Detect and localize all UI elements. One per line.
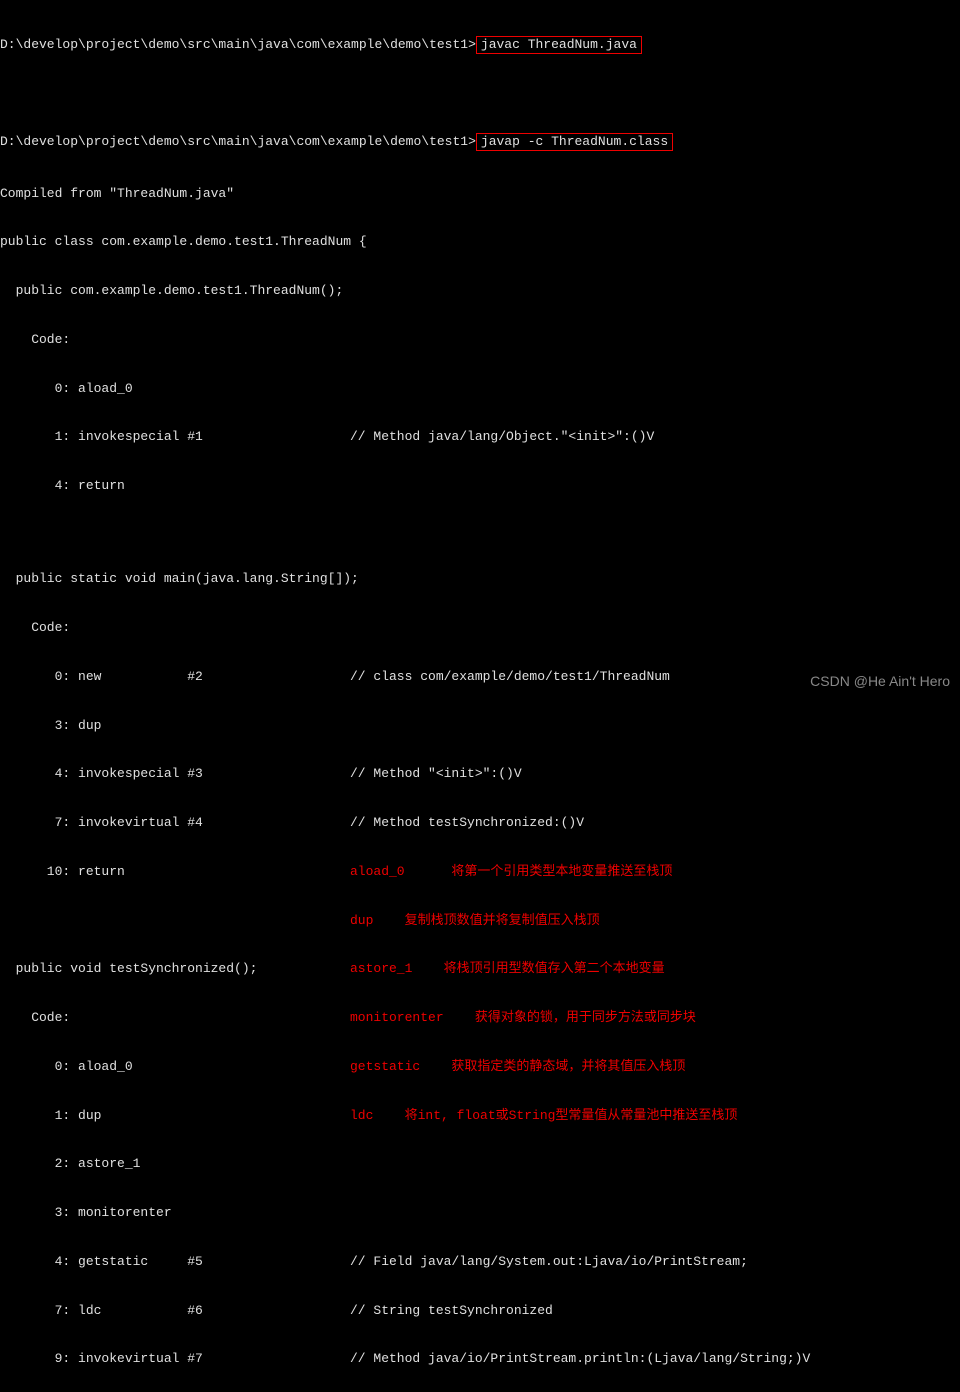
- prompt-path-2: D:\develop\project\demo\src\main\java\co…: [0, 134, 476, 150]
- main-7-right: // Method testSynchronized:()V: [350, 815, 584, 831]
- main-4-left: 4: invokespecial #3: [0, 766, 350, 782]
- ctor-decl: public com.example.demo.test1.ThreadNum(…: [0, 283, 960, 299]
- code-label-2: Code:: [0, 620, 960, 636]
- main-decl: public static void main(java.lang.String…: [0, 571, 960, 587]
- class-decl: public class com.example.demo.test1.Thre…: [0, 234, 960, 250]
- code-label-3: Code:: [0, 1010, 350, 1026]
- ann-dup: dup 复制栈顶数值并将复制值压入栈顶: [350, 913, 600, 929]
- compiled-from: Compiled from "ThreadNum.java": [0, 186, 960, 202]
- main-3: 3: dup: [0, 718, 960, 734]
- sync-4-right: // Field java/lang/System.out:Ljava/io/P…: [350, 1254, 748, 1270]
- main-10: 10: return: [0, 864, 350, 880]
- sync-4-left: 4: getstatic #5: [0, 1254, 350, 1270]
- ctor-0: 0: aload_0: [0, 381, 960, 397]
- ann-monitorenter: monitorenter 获得对象的锁，用于同步方法或同步块: [350, 1010, 696, 1026]
- ann-aload0: aload_0 将第一个引用类型本地变量推送至栈顶: [350, 864, 672, 880]
- main-0-right: // class com/example/demo/test1/ThreadNu…: [350, 669, 670, 685]
- sync-2: 2: astore_1: [0, 1156, 350, 1172]
- main-0-left: 0: new #2: [0, 669, 350, 685]
- ctor-1-right: // Method java/lang/Object."<init>":()V: [350, 429, 654, 445]
- prompt-path-1: D:\develop\project\demo\src\main\java\co…: [0, 37, 476, 53]
- sync-decl: public void testSynchronized();: [0, 961, 350, 977]
- main-7-left: 7: invokevirtual #4: [0, 815, 350, 831]
- sync-0: 0: aload_0: [0, 1059, 350, 1075]
- sync-1: 1: dup: [0, 1108, 350, 1124]
- sync-3: 3: monitorenter: [0, 1205, 350, 1221]
- blank-1: [0, 913, 350, 929]
- command-line-2: D:\develop\project\demo\src\main\java\co…: [0, 133, 960, 151]
- watermark: CSDN @He Ain't Hero: [810, 673, 950, 691]
- ann-ldc: ldc 将int, float或String型常量值从常量池中推送至栈顶: [350, 1108, 737, 1124]
- sync-9-right: // Method java/io/PrintStream.println:(L…: [350, 1351, 810, 1367]
- terminal-output: D:\develop\project\demo\src\main\java\co…: [0, 3, 960, 1392]
- sync-9-left: 9: invokevirtual #7: [0, 1351, 350, 1367]
- main-4-right: // Method "<init>":()V: [350, 766, 522, 782]
- sync-7-right: // String testSynchronized: [350, 1303, 553, 1319]
- command-1-box: javac ThreadNum.java: [476, 36, 642, 54]
- ann-astore1: astore_1 将栈顶引用型数值存入第二个本地变量: [350, 961, 665, 977]
- command-line-1: D:\develop\project\demo\src\main\java\co…: [0, 36, 960, 54]
- ctor-1-left: 1: invokespecial #1: [0, 429, 350, 445]
- sync-7-left: 7: ldc #6: [0, 1303, 350, 1319]
- ctor-4: 4: return: [0, 478, 960, 494]
- code-label-1: Code:: [0, 332, 960, 348]
- command-2-box: javap -c ThreadNum.class: [476, 133, 673, 151]
- ann-getstatic: getstatic 获取指定类的静态域，并将其值压入栈顶: [350, 1059, 685, 1075]
